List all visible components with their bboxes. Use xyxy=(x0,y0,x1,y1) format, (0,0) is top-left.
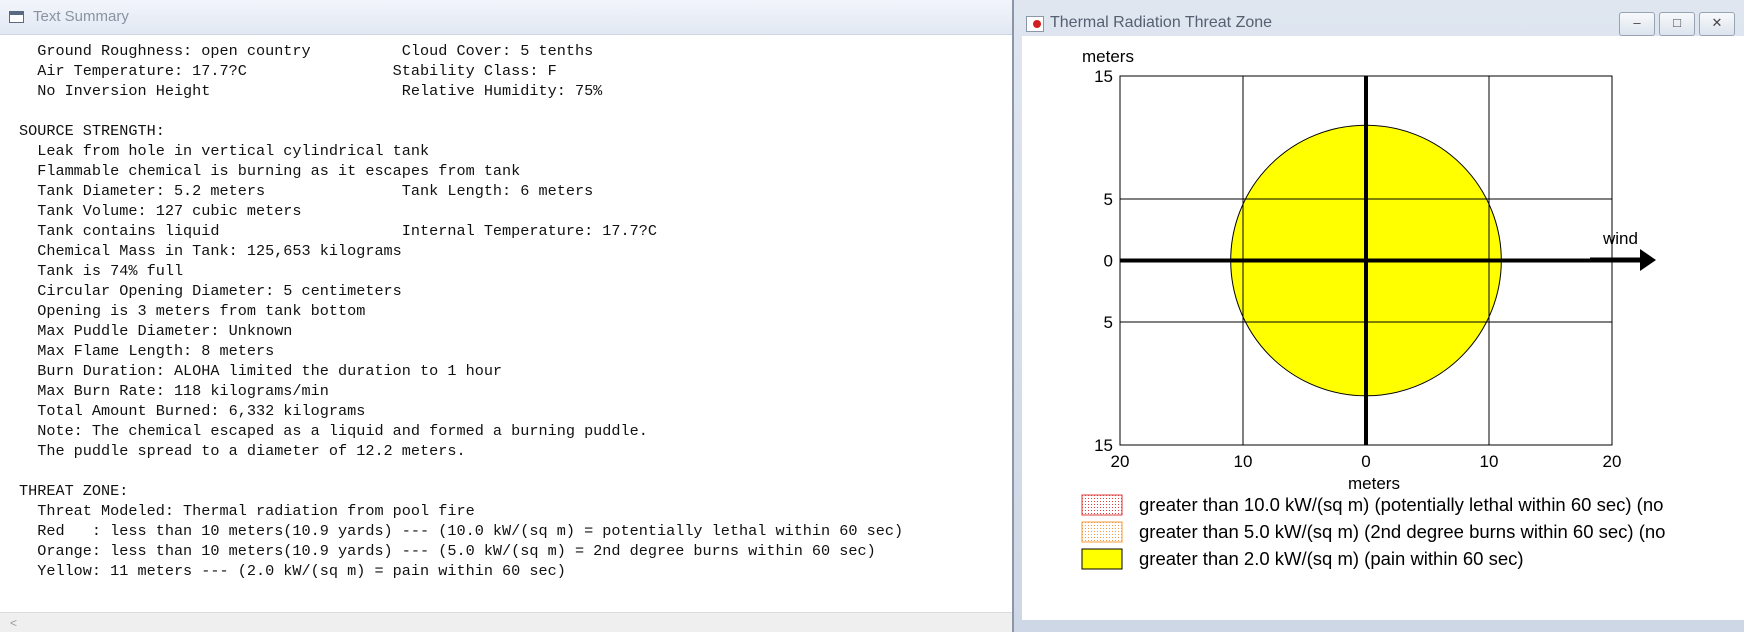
summary-line: Tank Diameter: 5.2 meters Tank Length: 6… xyxy=(19,182,594,200)
threat-zone-window: Thermal Radiation Threat Zone – □ ✕ 20 10… xyxy=(1012,0,1744,632)
horizontal-scrollbar[interactable]: < xyxy=(0,612,1012,632)
threat-zone-title: Thermal Radiation Threat Zone xyxy=(1050,14,1273,31)
text-summary-body: Ground Roughness: open country Cloud Cov… xyxy=(0,34,1012,612)
y-tick-label: 5 xyxy=(1104,313,1113,332)
text-summary-window: Text Summary Ground Roughness: open coun… xyxy=(0,0,1012,632)
summary-line: Chemical Mass in Tank: 125,653 kilograms xyxy=(19,242,402,260)
summary-line: Ground Roughness: open country Cloud Cov… xyxy=(19,42,594,60)
summary-line: Air Temperature: 17.7?C Stability Class:… xyxy=(19,62,557,80)
summary-line: Max Puddle Diameter: Unknown xyxy=(19,322,293,340)
x-axis-label: meters xyxy=(1348,474,1400,493)
summary-line: Tank is 74% full xyxy=(19,262,184,280)
x-tick-label: 10 xyxy=(1480,452,1499,471)
text-summary-titlebar[interactable]: Text Summary xyxy=(0,0,1012,35)
threat-zone-client-area: 20 10 0 10 20 15 5 0 5 15 meters meters wind greate… xyxy=(1022,36,1744,620)
summary-line: SOURCE STRENGTH: xyxy=(19,122,165,140)
aloha-app-icon xyxy=(1026,16,1044,32)
wind-label: wind xyxy=(1602,229,1638,248)
wind-arrow-icon xyxy=(1590,249,1656,271)
summary-line: Tank contains liquid Internal Temperatur… xyxy=(19,222,657,240)
summary-line: Leak from hole in vertical cylindrical t… xyxy=(19,142,430,160)
y-tick-label: 15 xyxy=(1094,436,1113,455)
close-button[interactable]: ✕ xyxy=(1699,12,1735,36)
summary-line: Yellow: 11 meters --- (2.0 kW/(sq m) = p… xyxy=(19,562,566,580)
summary-line: THREAT ZONE: xyxy=(19,482,129,500)
legend-label: greater than 10.0 kW/(sq m) (potentially… xyxy=(1139,494,1663,515)
legend-label: greater than 5.0 kW/(sq m) (2nd degree b… xyxy=(1139,521,1665,542)
summary-line: Note: The chemical escaped as a liquid a… xyxy=(19,422,648,440)
legend-swatch xyxy=(1081,548,1123,570)
summary-line: Max Flame Length: 8 meters xyxy=(19,342,275,360)
summary-line: Max Burn Rate: 118 kilograms/min xyxy=(19,382,329,400)
summary-line: The puddle spread to a diameter of 12.2 … xyxy=(19,442,466,460)
summary-line: Circular Opening Diameter: 5 centimeters xyxy=(19,282,402,300)
summary-line: Opening is 3 meters from tank bottom xyxy=(19,302,366,320)
y-tick-label: 0 xyxy=(1104,252,1113,271)
minimize-button[interactable]: – xyxy=(1619,12,1655,36)
y-tick-label: 5 xyxy=(1104,190,1113,209)
text-summary-app-icon xyxy=(9,11,24,23)
summary-line: Total Amount Burned: 6,332 kilograms xyxy=(19,402,366,420)
y-tick-label: 15 xyxy=(1094,67,1113,86)
legend-swatch xyxy=(1081,494,1123,516)
threat-zone-plot: 20 10 0 10 201550515metersmeters wind greate… xyxy=(1081,47,1665,570)
scroll-left-icon[interactable]: < xyxy=(10,616,17,630)
legend-label: greater than 2.0 kW/(sq m) (pain within … xyxy=(1139,548,1524,569)
summary-line: Burn Duration: ALOHA limited the duratio… xyxy=(19,362,503,380)
x-tick-label: 20 xyxy=(1603,452,1622,471)
summary-line: Tank Volume: 127 cubic meters xyxy=(19,202,302,220)
summary-line: Flammable chemical is burning as it esca… xyxy=(19,162,521,180)
summary-line: Threat Modeled: Thermal radiation from p… xyxy=(19,502,475,520)
x-tick-label: 10 xyxy=(1234,452,1253,471)
summary-line: Red : less than 10 meters(10.9 yards) --… xyxy=(19,522,904,540)
y-axis-label: meters xyxy=(1082,47,1134,66)
x-tick-label: 0 xyxy=(1361,452,1370,471)
text-summary-title: Text Summary xyxy=(33,8,129,25)
legend-swatch xyxy=(1081,521,1123,543)
x-tick-label: 20 xyxy=(1111,452,1130,471)
maximize-button[interactable]: □ xyxy=(1659,12,1695,36)
summary-line: No Inversion Height Relative Humidity: 7… xyxy=(19,82,603,100)
summary-line: Orange: less than 10 meters(10.9 yards) … xyxy=(19,542,876,560)
